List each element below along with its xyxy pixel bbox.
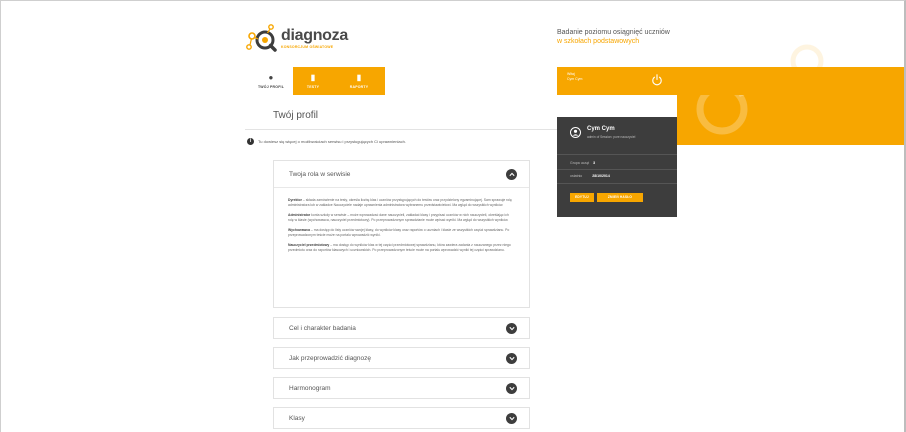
info-text: Tu dowiesz się więcej o możliwościach se… bbox=[258, 139, 406, 144]
role-term: Dyrektor bbox=[288, 198, 302, 202]
power-icon[interactable] bbox=[651, 74, 663, 86]
role-paragraph: Dyrektor – składa zamówienie na testy, o… bbox=[288, 198, 515, 208]
date-value: 28/10/2014 bbox=[592, 174, 610, 178]
tab-profile-label: TWÓJ PROFIL bbox=[257, 85, 285, 89]
change-password-button[interactable]: ZMIEŃ HASŁO bbox=[597, 193, 643, 202]
role-paragraph: Administrator konta szkoły w serwisie – … bbox=[288, 213, 515, 223]
accordion-classes-title: Klasy bbox=[289, 415, 305, 422]
card-row-date: ostatnio 28/10/2014 bbox=[570, 174, 610, 178]
tab-tests[interactable]: ▮ TESTY bbox=[293, 67, 333, 95]
user-role: admin of Session: pure nauczyciel bbox=[587, 135, 636, 139]
date-label: ostatnio bbox=[570, 174, 583, 178]
role-paragraph: Nauczyciel przedmiotowy – ma dostęp do w… bbox=[288, 243, 515, 253]
tagline-line-2: w szkołach podstawowych bbox=[557, 38, 640, 45]
avatar-icon bbox=[570, 127, 581, 138]
logo-subtitle: KONSORCJUM OŚWIATOWE bbox=[281, 45, 334, 49]
site-tagline: Badanie poziomu osiągnięć uczniów w szko… bbox=[557, 28, 670, 46]
chevron-down-icon[interactable] bbox=[506, 413, 517, 424]
group-label: Grupa ucząt bbox=[570, 161, 590, 165]
logo-text: diagnoza bbox=[281, 27, 348, 44]
user-profile-card: Cym Cym admin of Session: pure nauczycie… bbox=[557, 117, 677, 217]
main-tabs: ● TWÓJ PROFIL ▮ TESTY ▮ RAPORTY bbox=[249, 67, 385, 95]
info-note: i Tu dowiesz się więcej o możliwościach … bbox=[247, 138, 406, 145]
chevron-down-icon[interactable] bbox=[506, 353, 517, 364]
group-value: 3 bbox=[593, 161, 596, 165]
accordion-goal-title: Cel i charakter badania bbox=[289, 325, 356, 332]
logo-icon bbox=[246, 24, 277, 52]
chevron-down-icon[interactable] bbox=[506, 383, 517, 394]
accordion-schedule[interactable]: Harmonogram bbox=[273, 377, 530, 399]
greeting-username: Cym Cym bbox=[567, 77, 583, 81]
role-description: – składa zamówienie na testy, określa li… bbox=[288, 198, 512, 207]
divider bbox=[245, 129, 557, 130]
role-description: – ma dostęp do listy uczniów swojej klas… bbox=[288, 228, 510, 237]
accordion-classes[interactable]: Klasy bbox=[273, 407, 530, 429]
card-row-group: Grupa ucząt 3 bbox=[570, 161, 595, 165]
chevron-up-icon[interactable] bbox=[506, 169, 517, 180]
chevron-down-icon[interactable] bbox=[506, 323, 517, 334]
decorative-circle-graphic bbox=[696, 95, 748, 135]
page-title: Twój profil bbox=[273, 110, 319, 121]
tab-tests-label: TESTY bbox=[306, 85, 320, 89]
accordion-how-to[interactable]: Jak przeprowadzić diagnozę bbox=[273, 347, 530, 369]
tab-profile[interactable]: ● TWÓJ PROFIL bbox=[249, 67, 293, 95]
role-term: Wychowawca bbox=[288, 228, 310, 232]
accordion-role: Twoja rola w serwisie Dyrektor – składa … bbox=[273, 160, 530, 308]
page-frame: diagnoza KONSORCJUM OŚWIATOWE Badanie po… bbox=[0, 0, 906, 432]
info-icon: i bbox=[247, 138, 254, 145]
accordion-role-title: Twoja rola w serwisie bbox=[289, 171, 351, 178]
user-name: Cym Cym bbox=[587, 126, 615, 132]
role-term: Nauczyciel przedmiotowy bbox=[288, 243, 330, 247]
accordion-how-to-title: Jak przeprowadzić diagnozę bbox=[289, 355, 372, 362]
role-description: konta szkoły w serwisie – może wprowadza… bbox=[288, 213, 509, 222]
tab-reports-label: RAPORTY bbox=[349, 85, 369, 89]
user-bar bbox=[557, 67, 904, 95]
card-divider bbox=[557, 154, 677, 155]
edit-button[interactable]: EDYTUJ bbox=[570, 193, 594, 202]
accordion-role-body: Dyrektor – składa zamówienie na testy, o… bbox=[274, 188, 529, 253]
document-icon: ▮ bbox=[310, 73, 316, 82]
role-paragraph: Wychowawca – ma dostęp do listy uczniów … bbox=[288, 228, 515, 238]
accordion-schedule-title: Harmonogram bbox=[289, 385, 331, 392]
accordion-goal[interactable]: Cel i charakter badania bbox=[273, 317, 530, 339]
user-greeting: Witaj Cym Cym bbox=[567, 72, 582, 82]
tagline-line-1: Badanie poziomu osiągnięć uczniów bbox=[557, 29, 670, 36]
accordion-role-header[interactable]: Twoja rola w serwisie bbox=[274, 161, 529, 188]
card-divider bbox=[557, 169, 677, 170]
report-icon: ▮ bbox=[356, 73, 362, 82]
tab-reports[interactable]: ▮ RAPORTY bbox=[333, 67, 385, 95]
card-divider bbox=[557, 183, 677, 184]
logo[interactable]: diagnoza KONSORCJUM OŚWIATOWE bbox=[245, 23, 365, 53]
user-icon: ● bbox=[268, 73, 274, 82]
role-term: Administrator bbox=[288, 213, 311, 217]
